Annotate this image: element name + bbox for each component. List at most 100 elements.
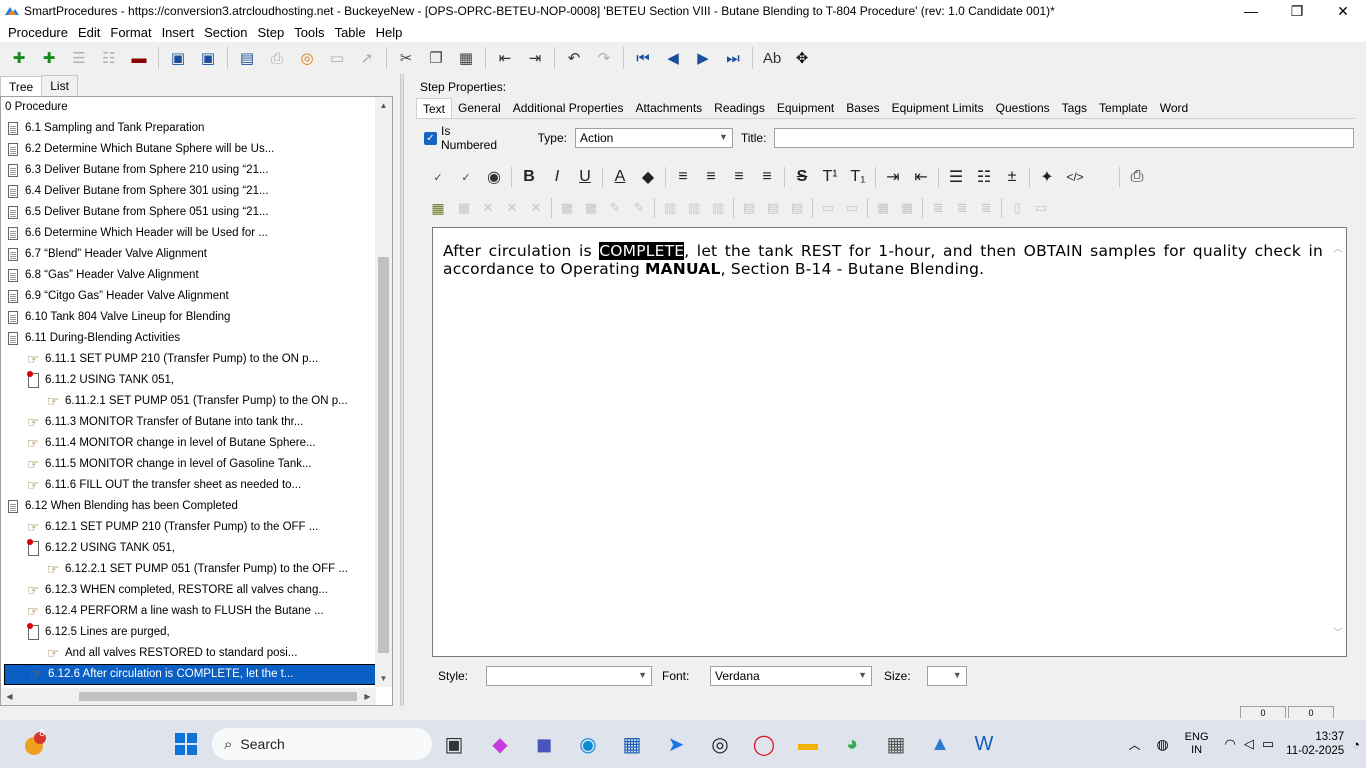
chevron-up-icon[interactable]: ︿ [1332, 240, 1344, 255]
outdent-icon[interactable]: ⇤ [493, 46, 517, 70]
tree-node[interactable]: 6.8 “Gas” Header Valve Alignment [1, 265, 376, 286]
task-view-icon[interactable]: ▣ [438, 728, 470, 760]
spellcheck-icon[interactable]: Ab [760, 46, 784, 70]
tree-node[interactable]: ☞ 6.11.5 MONITOR change in level of Gasol… [1, 454, 376, 475]
app-window-icon[interactable]: ▦ [880, 728, 912, 760]
dell-icon[interactable]: ◎ [704, 728, 736, 760]
tab-additional-properties[interactable]: Additional Properties [507, 98, 630, 118]
document-view-icon[interactable]: ▭ [325, 46, 349, 70]
save-icon[interactable]: ▣ [196, 46, 220, 70]
scroll-thumb[interactable] [378, 257, 389, 653]
is-numbered-checkbox[interactable]: ✓ [424, 131, 437, 145]
first-step-icon[interactable]: ⏮ [631, 46, 655, 70]
next-step-icon[interactable]: ▶ [691, 46, 715, 70]
menu-help[interactable]: Help [371, 25, 408, 40]
tab-word[interactable]: Word [1154, 98, 1194, 118]
last-step-icon[interactable]: ⏭ [721, 46, 745, 70]
print-icon[interactable]: ⎙ [1123, 165, 1151, 189]
chevron-up-icon[interactable]: ︿ [1128, 736, 1140, 753]
tree-node[interactable]: 6.7 “Blend” Header Valve Alignment [1, 244, 376, 265]
menu-edit[interactable]: Edit [73, 25, 105, 40]
menu-format[interactable]: Format [105, 25, 156, 40]
language-indicator[interactable]: ENG IN [1185, 731, 1209, 757]
edge-icon[interactable]: ◉ [572, 728, 604, 760]
previous-step-icon[interactable]: ◀ [661, 46, 685, 70]
save-all-icon[interactable]: ▣ [166, 46, 190, 70]
section-icon[interactable]: ☰ [67, 46, 91, 70]
tree-node[interactable]: 6.4 Deliver Butane from Sphere 301 using… [1, 181, 376, 202]
move-icon[interactable]: ✥ [790, 46, 814, 70]
subscript-icon[interactable]: T₁ [844, 165, 872, 189]
clock[interactable]: 13:37 11-02-2025 [1286, 730, 1344, 758]
paste-icon[interactable]: ▦ [454, 46, 478, 70]
teams-icon[interactable]: ◼ [528, 728, 560, 760]
tree-node[interactable]: ☞ 6.11.2.1 SET PUMP 051 (Transfer Pump) t… [1, 391, 376, 412]
tree-node[interactable]: ☞ 6.11.6 FILL OUT the transfer sheet as n… [1, 475, 376, 496]
volume-icon[interactable]: ◁ [1244, 736, 1254, 752]
cut-icon[interactable]: ✂ [394, 46, 418, 70]
tree-node[interactable]: 6.2 Determine Which Butane Sphere will b… [1, 139, 376, 160]
tree-node[interactable]: 6.12.2 USING TANK 051, [1, 538, 376, 559]
tree-node[interactable]: 6.3 Deliver Butane from Sphere 210 using… [1, 160, 376, 181]
tree-node[interactable]: ☞ 6.12.1 SET PUMP 210 (Transfer Pump) to … [1, 517, 376, 538]
scroll-thumb[interactable] [79, 692, 357, 701]
tree-node[interactable]: 6.9 “Citgo Gas” Header Valve Alignment [1, 286, 376, 307]
tab-equipment-limits[interactable]: Equipment Limits [886, 98, 990, 118]
tab-bases[interactable]: Bases [840, 98, 885, 118]
tree-node[interactable]: 6.12.5 Lines are purged, [1, 622, 376, 643]
tree-node[interactable]: 0 Procedure [1, 97, 376, 118]
menu-tools[interactable]: Tools [289, 25, 329, 40]
close-button[interactable]: ✕ [1320, 0, 1366, 22]
underline-icon[interactable]: U [571, 165, 599, 189]
widgets-icon[interactable]: 8 [18, 728, 50, 760]
spellcheck-options-icon[interactable]: ✓ [452, 165, 480, 189]
preview-icon[interactable]: ▤ [235, 46, 259, 70]
redo-icon[interactable]: ↷ [592, 46, 616, 70]
tree-node[interactable]: ☞ And all valves RESTORED to standard pos… [1, 643, 376, 664]
size-select[interactable]: ▼ [926, 666, 967, 686]
menu-step[interactable]: Step [252, 25, 289, 40]
tree-horizontal-scrollbar[interactable]: ◀ ▶ [1, 688, 376, 705]
magic-wand-icon[interactable]: ✦ [1033, 165, 1061, 189]
highlight-fill-icon[interactable]: ◆ [634, 165, 662, 189]
tree-node[interactable]: 6.11 During-Blending Activities [1, 328, 376, 349]
pane-splitter[interactable] [400, 74, 404, 706]
tree-node[interactable]: ☞ 6.11.3 MONITOR Transfer of Butane into … [1, 412, 376, 433]
tree-node[interactable]: ☞ 6.11.1 SET PUMP 210 (Transfer Pump) to … [1, 349, 376, 370]
numbered-list-icon[interactable]: ☷ [970, 165, 998, 189]
remote-desktop-icon[interactable]: ➤ [660, 728, 692, 760]
smartprocedures-taskbar-icon[interactable]: ▲ [924, 728, 956, 760]
tree-vertical-scrollbar[interactable]: ▲ ▼ [375, 97, 392, 687]
font-color-icon[interactable]: A [606, 165, 634, 189]
battery-icon[interactable]: ▭ [1262, 736, 1274, 752]
color-wheel-icon[interactable]: ◉ [480, 165, 508, 189]
tree-node[interactable]: 6.1 Sampling and Tank Preparation [1, 118, 376, 139]
menu-section[interactable]: Section [199, 25, 252, 40]
tab-list[interactable]: List [41, 75, 78, 96]
print-icon[interactable]: ⎙ [265, 46, 289, 70]
tree-node[interactable]: 6.12 When Blending has been Completed [1, 496, 376, 517]
scroll-left-icon[interactable]: ◀ [1, 688, 18, 705]
title-input[interactable] [774, 128, 1354, 148]
tree-node[interactable]: ☞ 6.11.4 MONITOR change in level of Butan… [1, 433, 376, 454]
start-icon[interactable] [170, 728, 202, 760]
undo-icon[interactable]: ↶ [562, 46, 586, 70]
add-child-icon[interactable]: ✚ [37, 46, 61, 70]
align-justify-icon[interactable]: ≡ [753, 165, 781, 189]
tab-text[interactable]: Text [416, 98, 453, 118]
tab-attachments[interactable]: Attachments [629, 98, 708, 118]
restore-button[interactable]: ❐ [1274, 0, 1320, 22]
insert-table-icon[interactable]: ▦ [424, 196, 452, 220]
store-icon[interactable]: ▦ [616, 728, 648, 760]
sync-status-icon[interactable]: ◍ [1156, 736, 1168, 753]
italic-icon[interactable]: I [543, 165, 571, 189]
font-select[interactable]: Verdana ▼ [710, 666, 872, 686]
tab-equipment[interactable]: Equipment [771, 98, 840, 118]
align-left-icon[interactable]: ≡ [669, 165, 697, 189]
align-right-icon[interactable]: ≡ [725, 165, 753, 189]
tree-node[interactable]: 6.11.2 USING TANK 051, [1, 370, 376, 391]
remove-icon[interactable]: ▬ [127, 46, 151, 70]
scroll-down-icon[interactable]: ▼ [375, 670, 392, 687]
add-icon[interactable]: ✚ [7, 46, 31, 70]
type-select[interactable]: Action ▼ [575, 128, 733, 148]
